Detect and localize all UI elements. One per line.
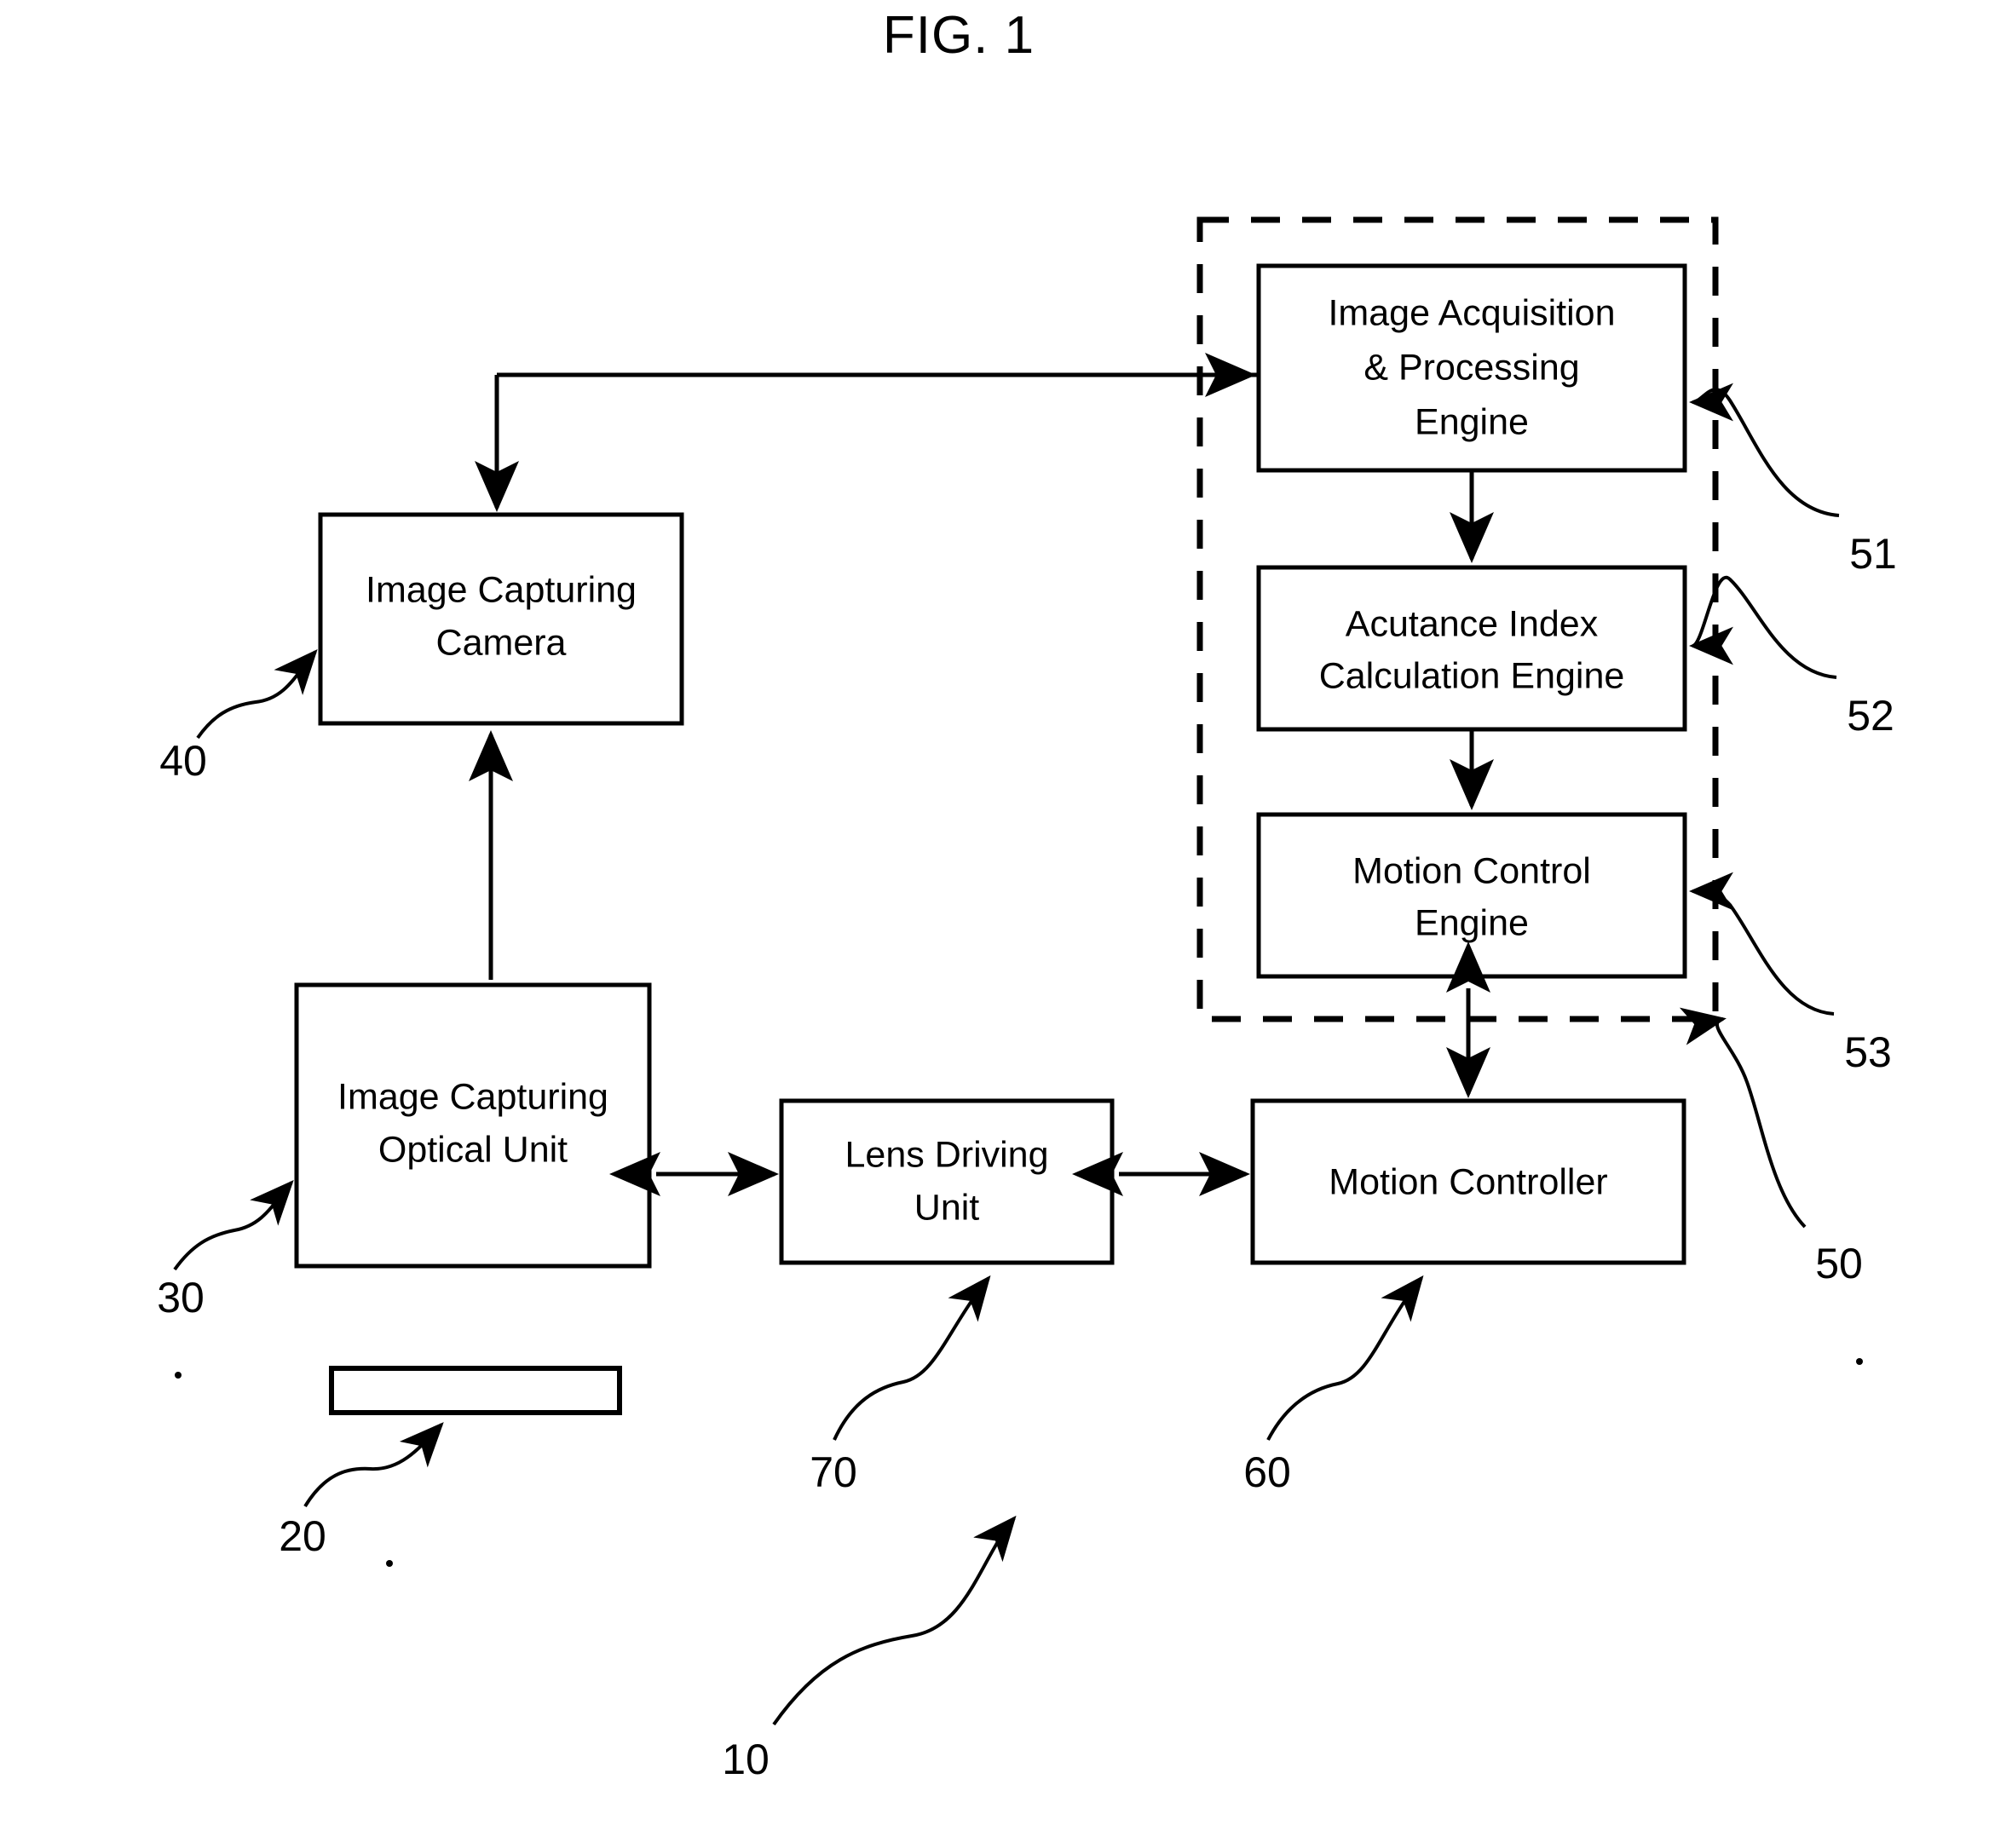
reference-numeral-70: 70 xyxy=(810,1448,857,1496)
target-object-20 xyxy=(329,1366,622,1415)
box-image-capturing-optical-unit[interactable]: Image Capturing Optical Unit xyxy=(294,982,652,1269)
reference-numeral-20: 20 xyxy=(279,1512,326,1560)
box-label-line: Lens Driving xyxy=(845,1134,1049,1175)
box-label-line: Acutance Index xyxy=(1346,603,1599,644)
reference-leader-70: 70 xyxy=(810,1275,991,1496)
reference-leader-53: 53 xyxy=(1689,872,1892,1076)
box-acutance-index-calculation-engine[interactable]: Acutance Index Calculation Engine xyxy=(1256,565,1687,732)
patent-figure-page: FIG. 1 Image Acquisition & Processing En… xyxy=(0,0,2012,1848)
box-motion-control-engine[interactable]: Motion Control Engine xyxy=(1256,812,1687,979)
reference-numeral-52: 52 xyxy=(1847,692,1894,740)
reference-leader-50: 50 xyxy=(1679,1007,1863,1287)
reference-leader-30: 30 xyxy=(157,1180,294,1321)
figure-1-block-diagram: FIG. 1 Image Acquisition & Processing En… xyxy=(157,6,1897,1783)
scan-artifact-dot xyxy=(175,1372,182,1379)
box-label-line: & Processing xyxy=(1363,347,1579,388)
box-label-line: Image Capturing xyxy=(337,1076,608,1117)
reference-numeral-60: 60 xyxy=(1243,1448,1291,1496)
box-label-line: Engine xyxy=(1415,401,1529,442)
reference-numeral-51: 51 xyxy=(1849,530,1897,578)
box-label-line: Image Capturing xyxy=(366,569,637,610)
reference-leader-52: 52 xyxy=(1689,575,1894,740)
reference-leader-20: 20 xyxy=(279,1422,444,1560)
scan-artifact-dot xyxy=(1856,1358,1863,1365)
scan-artifact-dot xyxy=(386,1560,393,1567)
box-image-acquisition-processing-engine[interactable]: Image Acquisition & Processing Engine xyxy=(1256,263,1687,473)
box-label-line: Calculation Engine xyxy=(1319,655,1625,696)
box-label-line: Unit xyxy=(914,1187,980,1228)
box-label-line: Motion Control xyxy=(1352,850,1591,891)
reference-numeral-40: 40 xyxy=(159,737,207,785)
reference-numeral-10: 10 xyxy=(722,1736,770,1783)
box-label-line: Image Acquisition xyxy=(1328,292,1615,333)
box-motion-controller[interactable]: Motion Controller xyxy=(1250,1098,1686,1265)
box-label-line: Optical Unit xyxy=(378,1129,568,1170)
reference-leader-60: 60 xyxy=(1243,1275,1424,1496)
box-label-line: Motion Controller xyxy=(1329,1161,1607,1202)
reference-numeral-30: 30 xyxy=(157,1274,205,1321)
reference-leader-40: 40 xyxy=(159,648,318,785)
figure-title: FIG. 1 xyxy=(883,6,1035,65)
box-label-line: Camera xyxy=(436,622,567,663)
box-label-line: Engine xyxy=(1415,902,1529,943)
box-lens-driving-unit[interactable]: Lens Driving Unit xyxy=(779,1098,1115,1265)
reference-leader-10: 10 xyxy=(722,1515,1017,1783)
box-image-capturing-camera[interactable]: Image Capturing Camera xyxy=(318,512,684,726)
reference-leader-51: 51 xyxy=(1689,383,1897,578)
reference-numeral-50: 50 xyxy=(1815,1240,1863,1287)
reference-numeral-53: 53 xyxy=(1844,1028,1892,1076)
